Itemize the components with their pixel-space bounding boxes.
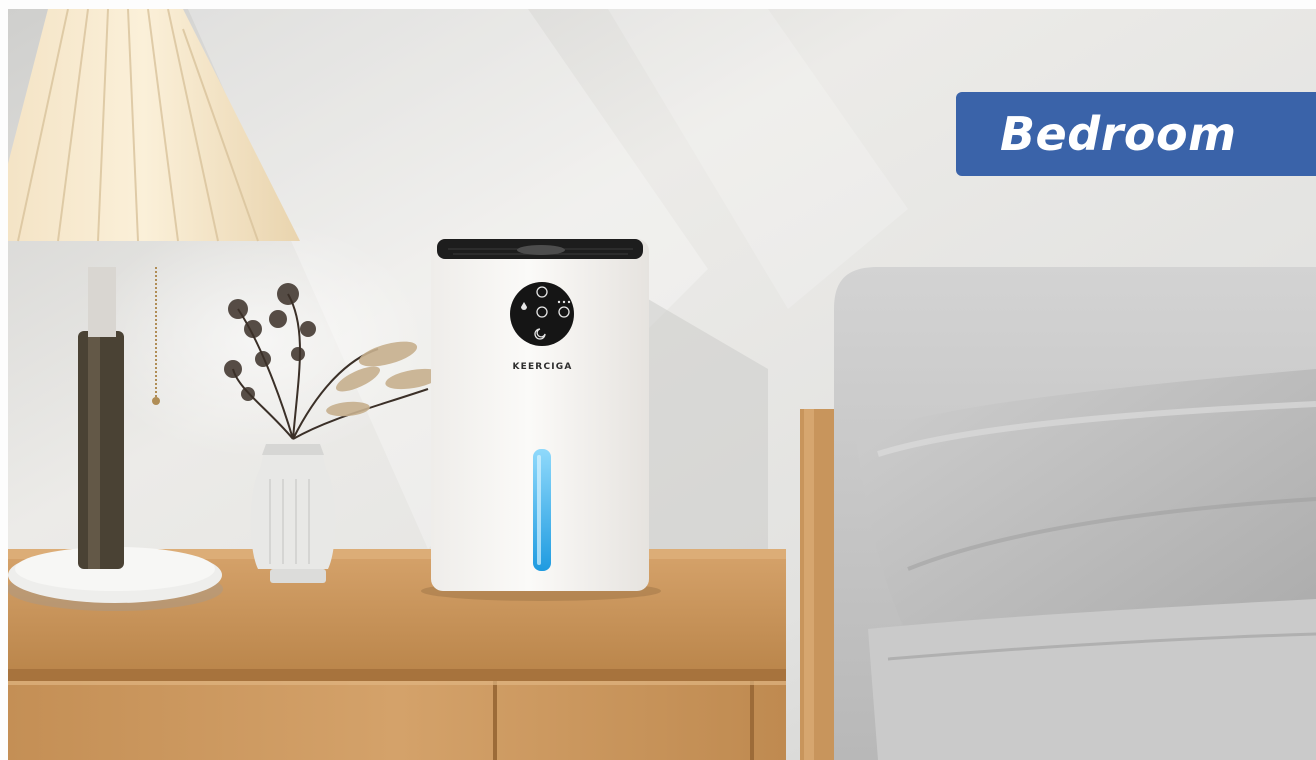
water-level-indicator: [533, 449, 551, 571]
room-label-badge: Bedroom: [956, 92, 1316, 176]
product-brand-label: KEERCIGA: [512, 362, 573, 372]
bed: [800, 267, 1316, 760]
dehumidifier: [421, 239, 661, 601]
photo-frame: KEERCIGA Bedroom: [0, 0, 1316, 760]
bed-sheet: [868, 599, 1316, 760]
lamp-glow: [88, 219, 428, 459]
room-label-text: Bedroom: [1000, 107, 1237, 161]
